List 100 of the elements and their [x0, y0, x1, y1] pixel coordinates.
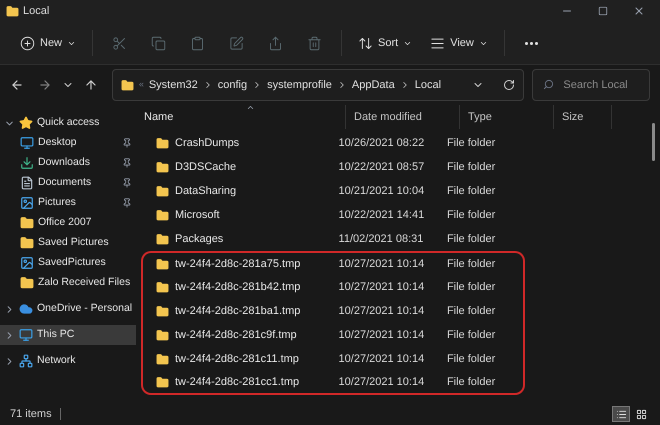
- toolbar-button[interactable]: Sort: [350, 29, 420, 57]
- sidebar-label: Pictures: [38, 195, 77, 210]
- monitor-icon: [20, 136, 34, 150]
- sidebar-item[interactable]: Quick access: [0, 113, 136, 133]
- date-cell-text: 10/27/2021 10:14: [338, 374, 426, 390]
- sidebar-item[interactable]: This PC: [0, 325, 136, 345]
- type-cell-text: File folder: [446, 160, 496, 175]
- search-field[interactable]: Search Local: [532, 69, 650, 101]
- pen-icon: [229, 36, 244, 50]
- date-cell-text: 10/27/2021 10:14: [338, 304, 426, 319]
- highlighted-row[interactable]: tw-24f4-2d8c-281a75.tmp 10/27/2021 10:14 File folder: [141, 251, 525, 275]
- file-name: tw-24f4-2d8c-281c11.tmp: [175, 352, 299, 367]
- type-cell-text: File folder: [446, 208, 496, 223]
- folder-icon: [20, 216, 34, 230]
- folder-icon: [156, 208, 169, 222]
- sidebar-label: This PC: [37, 327, 76, 342]
- maximize-icon[interactable]: [598, 6, 608, 16]
- monitor-icon: [19, 328, 33, 342]
- breadcrumb-item[interactable]: Local: [414, 76, 442, 94]
- type-cell-text: File folder: [446, 374, 496, 390]
- date-cell-text: 10/27/2021 10:14: [338, 328, 426, 343]
- sidebar-item[interactable]: Zalo Received Files: [0, 273, 136, 293]
- type-cell-text: File folder: [446, 280, 496, 295]
- date-cell-text: 10/27/2021 10:14: [338, 256, 426, 272]
- file-name: Packages: [175, 232, 224, 247]
- folder-icon: [156, 258, 169, 270]
- folder-icon: [156, 352, 169, 366]
- highlighted-row[interactable]: tw-24f4-2d8c-281b42.tmp 10/27/2021 10:14 File folder: [141, 275, 525, 299]
- window-title: Local: [23, 4, 50, 19]
- picture-icon: [20, 196, 34, 210]
- column-header[interactable]: Type: [460, 108, 492, 126]
- download-icon: [20, 156, 34, 170]
- file-name: tw-24f4-2d8c-281a75.tmp: [175, 256, 300, 272]
- view-toggle[interactable]: [612, 406, 630, 422]
- column-header[interactable]: Date modified: [346, 108, 422, 126]
- sidebar-item[interactable]: Documents: [0, 173, 136, 193]
- column-header[interactable]: Size: [554, 108, 584, 126]
- highlighted-row[interactable]: tw-24f4-2d8c-281ba1.tmp 10/27/2021 10:14 File folder: [141, 299, 525, 323]
- file-row[interactable]: DataSharing 10/21/2021 10:04 File folder: [141, 179, 525, 203]
- sidebar-item[interactable]: Network: [0, 351, 136, 371]
- folder-icon: [156, 304, 169, 318]
- more-icon: [524, 42, 538, 44]
- sidebar-label: SavedPictures: [38, 255, 107, 270]
- sort-arrows-icon: [358, 36, 374, 50]
- toolbar-button[interactable]: View: [422, 29, 496, 57]
- address-bar[interactable]: « System32 config systemprofile AppData Local: [112, 69, 524, 101]
- sidebar-label: Desktop: [38, 135, 78, 150]
- breadcrumb-item[interactable]: systemprofile: [267, 76, 332, 94]
- file-name: D3DSCache: [175, 160, 236, 175]
- highlighted-row[interactable]: tw-24f4-2d8c-281c11.tmp 10/27/2021 10:14 File folder: [141, 347, 525, 371]
- breadcrumb-item[interactable]: System32: [148, 76, 198, 94]
- toolbar-button[interactable]: New: [12, 29, 84, 57]
- folder-icon: [156, 280, 169, 294]
- date-cell-text: 10/27/2021 10:14: [338, 280, 426, 295]
- picture-icon: [20, 256, 34, 270]
- item-count: 71 items: [10, 406, 52, 422]
- highlighted-row[interactable]: tw-24f4-2d8c-281c9f.tmp 10/27/2021 10:14 File folder: [141, 323, 525, 347]
- forward-icon[interactable]: [38, 78, 52, 92]
- column-header[interactable]: Name: [136, 108, 174, 126]
- breadcrumb-item[interactable]: config: [218, 76, 248, 94]
- folder-icon: [120, 78, 134, 92]
- plus-circle-icon: [20, 36, 35, 50]
- sidebar-label: Zalo Received Files: [38, 275, 132, 290]
- file-row[interactable]: CrashDumps 10/26/2021 08:22 File folder: [141, 131, 525, 155]
- cloud-icon: [19, 302, 33, 316]
- refresh-icon[interactable]: [503, 79, 516, 91]
- date-cell-text: 10/27/2021 10:14: [338, 352, 426, 367]
- type-cell-text: File folder: [446, 352, 496, 367]
- sidebar-item[interactable]: OneDrive - Personal: [0, 299, 136, 319]
- sidebar-item[interactable]: SavedPictures: [0, 253, 136, 273]
- sidebar-item[interactable]: Pictures: [0, 193, 136, 213]
- clipboard-icon: [190, 36, 206, 50]
- up-icon[interactable]: [84, 78, 98, 92]
- breadcrumb-item[interactable]: AppData: [352, 76, 395, 94]
- sidebar-item[interactable]: Saved Pictures: [0, 233, 136, 253]
- folder-icon: [156, 160, 169, 174]
- network-icon: [19, 354, 33, 368]
- sidebar-label: Office 2007: [38, 215, 93, 230]
- sidebar-item[interactable]: Downloads: [0, 153, 136, 173]
- folder-icon: [156, 328, 169, 342]
- file-row[interactable]: Packages 11/02/2021 08:31 File folder: [141, 227, 525, 251]
- back-icon[interactable]: [10, 78, 24, 92]
- date-cell-text: 10/22/2021 14:41: [338, 208, 426, 223]
- file-row[interactable]: D3DSCache 10/22/2021 08:57 File folder: [141, 155, 525, 179]
- scrollbar-thumb[interactable]: [652, 123, 655, 161]
- sidebar-item[interactable]: Office 2007: [0, 213, 136, 233]
- scissors-icon: [112, 36, 128, 50]
- sidebar-item[interactable]: Desktop: [0, 133, 136, 153]
- sidebar-label: OneDrive - Personal: [37, 301, 132, 316]
- date-cell-text: 10/21/2021 10:04: [338, 184, 426, 199]
- highlighted-row[interactable]: tw-24f4-2d8c-281cc1.tmp 10/27/2021 10:14 File folder: [141, 371, 525, 395]
- sidebar-label: Downloads: [38, 155, 91, 170]
- close-icon[interactable]: [633, 5, 645, 17]
- folder-icon: [156, 376, 169, 388]
- file-name: Microsoft: [175, 208, 220, 223]
- file-row[interactable]: Microsoft 10/22/2021 14:41 File folder: [141, 203, 525, 227]
- folder-icon: [20, 276, 34, 290]
- search-icon: [543, 79, 554, 90]
- folder-icon: [156, 184, 169, 198]
- type-cell-text: File folder: [446, 328, 496, 343]
